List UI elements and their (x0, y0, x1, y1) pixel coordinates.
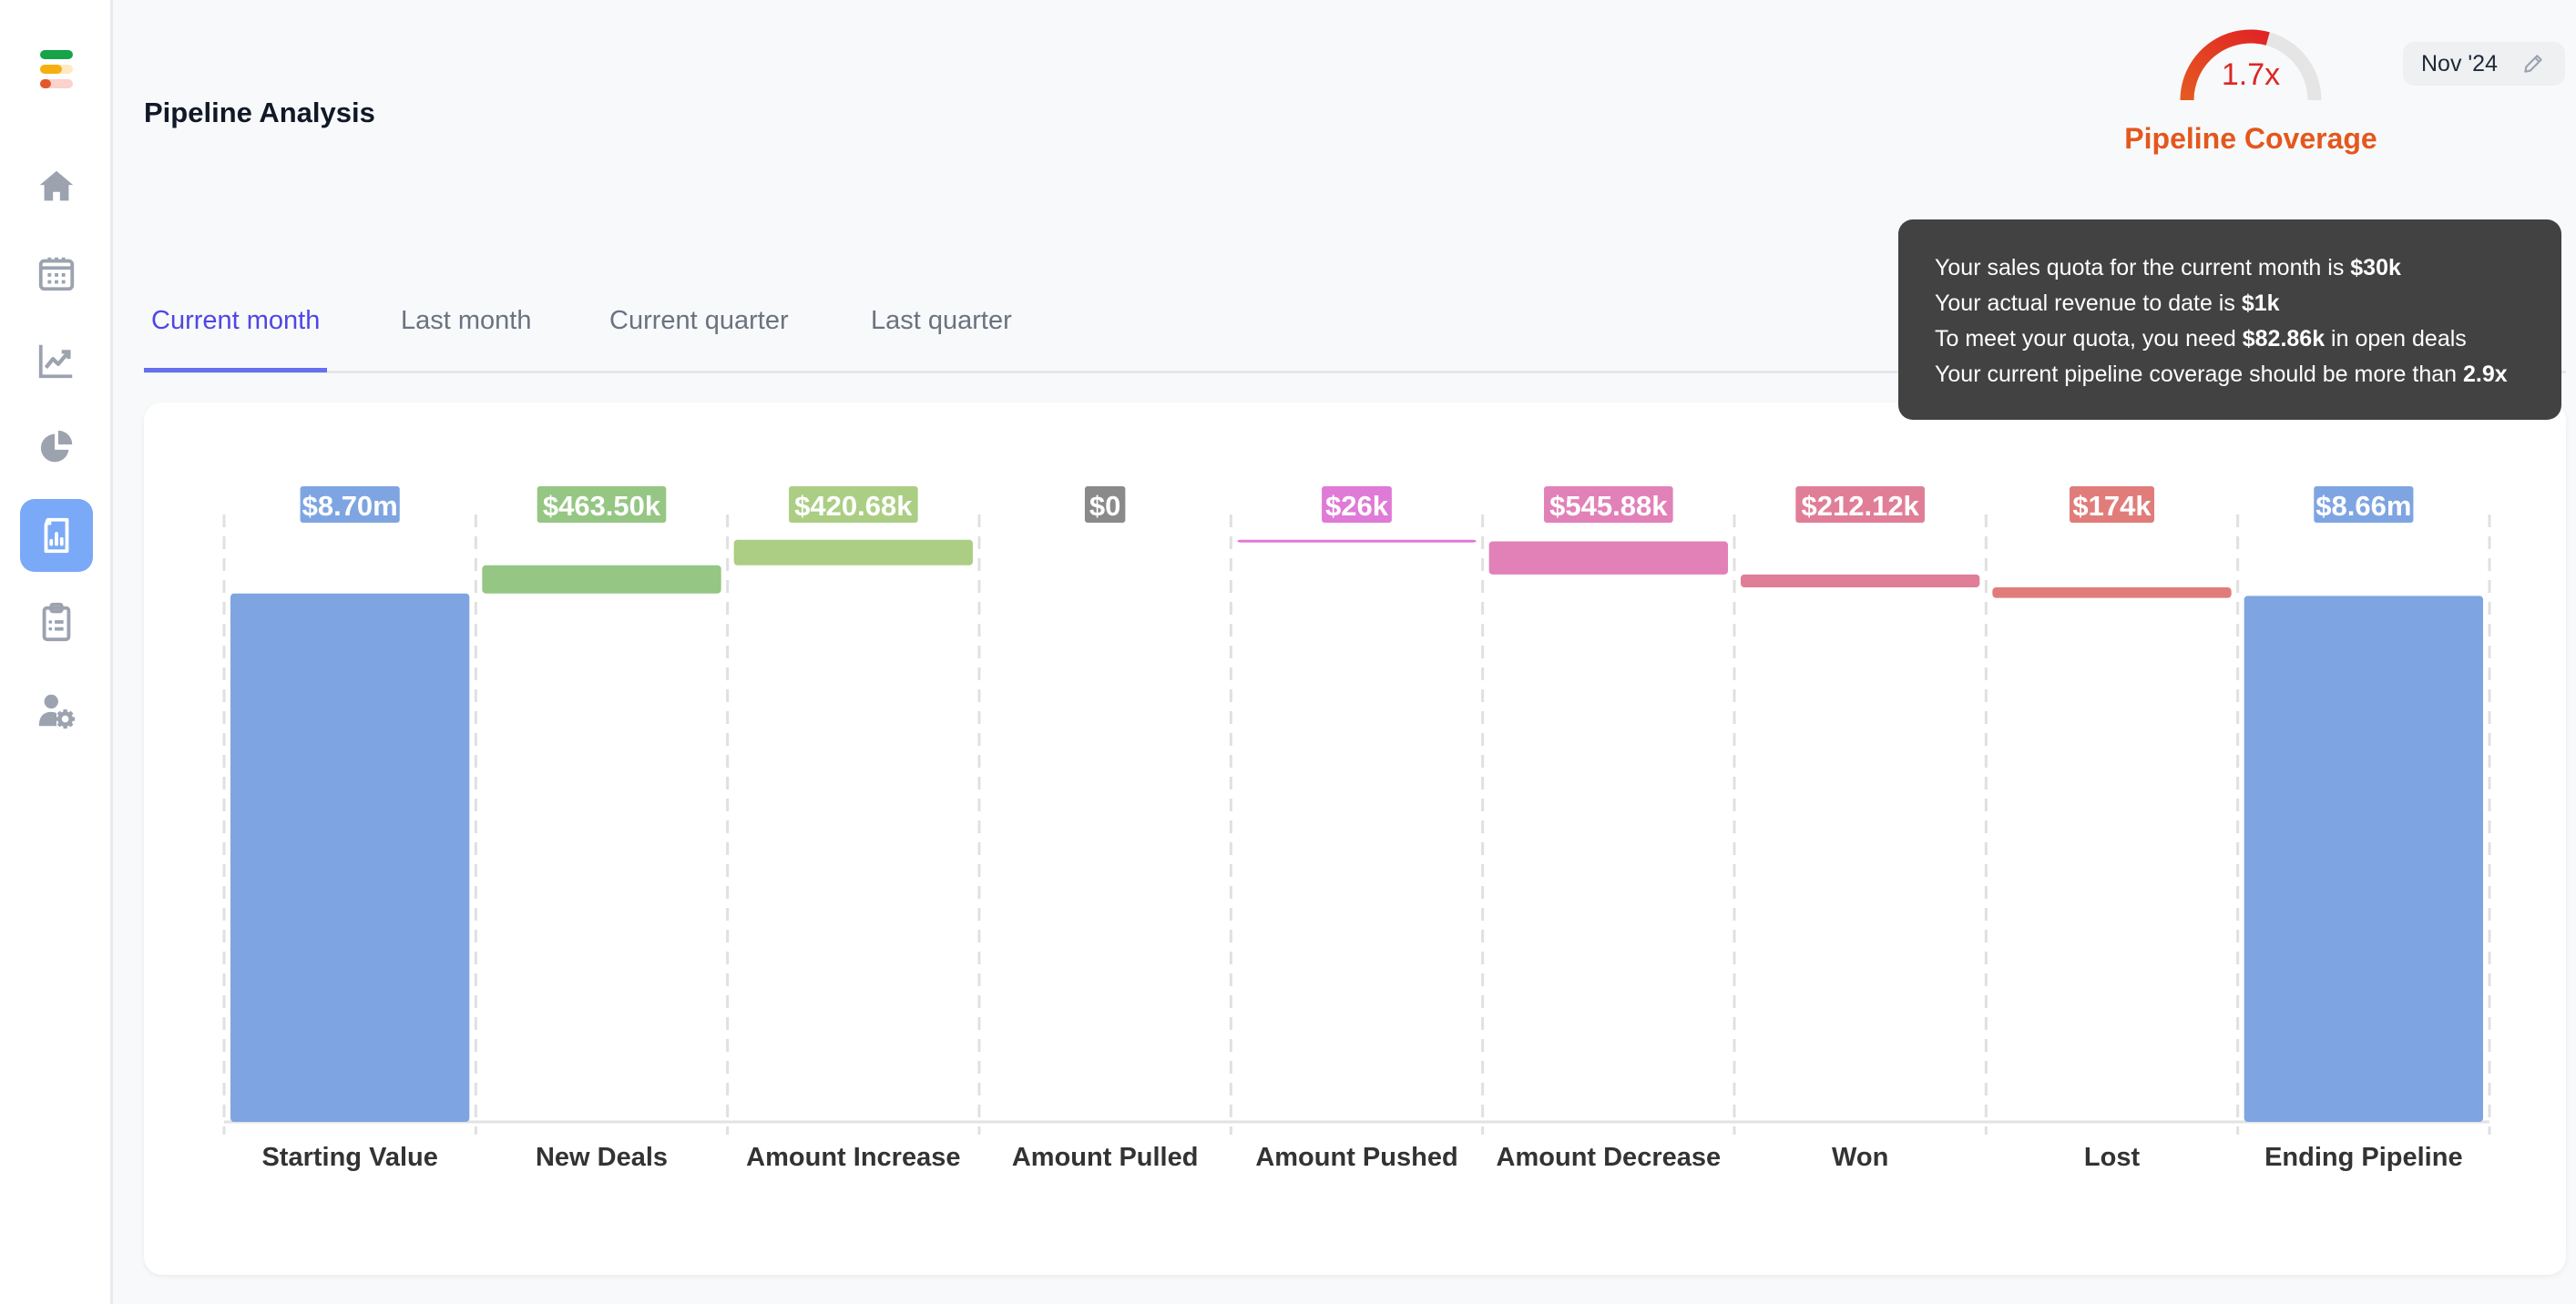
bar-amount-pushed (1237, 539, 1477, 543)
clipboard-list-icon (42, 602, 71, 642)
bar-new-deals (482, 565, 721, 594)
waterfall-chart: $8.70m Starting Value $463.50k New Deals $42… (222, 486, 2491, 1172)
coverage-value: 1.7x (2221, 57, 2281, 92)
category-label: Ending Pipeline (2264, 1143, 2463, 1172)
coverage-tooltip: Your sales quota for the current month i… (1898, 219, 2561, 420)
user-gear-icon (38, 694, 76, 729)
bar-ending-pipeline (2244, 596, 2483, 1122)
waterfall-chart-card: $8.70m Starting Value $463.50k New Deals $42… (144, 402, 2566, 1275)
category-label: Won (1832, 1143, 1888, 1172)
value-label: $174k (2072, 490, 2152, 522)
category-label: Amount Pulled (1012, 1143, 1199, 1172)
tab-last-quarter[interactable]: Last quarter (864, 306, 1019, 369)
tooltip-line-revenue: Your actual revenue to date is $1k (1935, 290, 2280, 316)
sidebar-item-trends[interactable] (20, 324, 93, 397)
tooltip-line-target-coverage: Your current pipeline coverage should be… (1935, 362, 2508, 387)
pipeline-coverage-gauge[interactable]: 1.7x Pipeline Coverage (2122, 18, 2379, 164)
value-label: $545.88k (1549, 490, 1668, 522)
bar-starting-value (230, 593, 470, 1122)
coverage-label: Pipeline Coverage (2124, 122, 2377, 155)
category-label: Amount Increase (746, 1143, 960, 1172)
sidebar-item-home[interactable] (20, 150, 93, 223)
value-label: $212.12k (1802, 490, 1920, 522)
pie-chart-icon (40, 430, 73, 463)
value-label: $26k (1325, 490, 1389, 522)
date-selector[interactable]: Nov '24 (2403, 42, 2565, 86)
logo-bar-green (40, 50, 73, 59)
bar-amount-decrease (1488, 541, 1728, 575)
app-logo[interactable] (40, 50, 73, 90)
value-label: $420.68k (794, 490, 913, 522)
tooltip-line-needed: To meet your quota, you need $82.86k in … (1935, 326, 2467, 351)
sidebar-item-breakdown[interactable] (20, 412, 93, 484)
report-icon (44, 517, 69, 554)
sidebar-item-calendar[interactable] (20, 237, 93, 310)
category-label: Amount Pushed (1255, 1143, 1457, 1172)
value-label: $463.50k (543, 490, 661, 522)
tab-current-quarter[interactable]: Current quarter (602, 306, 796, 369)
category-label: New Deals (536, 1143, 668, 1172)
line-chart-icon (38, 344, 73, 379)
sidebar-item-user-settings[interactable] (20, 674, 93, 747)
logo-bar-red (40, 79, 51, 88)
sidebar-item-reports[interactable] (20, 499, 93, 572)
value-label: $0 (1089, 490, 1120, 522)
category-label: Starting Value (261, 1143, 437, 1172)
page-title: Pipeline Analysis (144, 97, 375, 128)
category-label: Lost (2084, 1143, 2141, 1172)
value-label: $8.66m (2315, 490, 2411, 522)
tooltip-line-quota: Your sales quota for the current month i… (1935, 255, 2401, 280)
tab-last-month[interactable]: Last month (394, 306, 538, 369)
value-label: $8.70m (302, 490, 398, 522)
sidebar (0, 0, 113, 1304)
tab-current-month[interactable]: Current month (144, 306, 328, 372)
bar-lost (1992, 587, 2232, 598)
date-selector-value: Nov '24 (2421, 50, 2498, 76)
bar-amount-increase (733, 539, 973, 565)
category-label: Amount Decrease (1497, 1143, 1722, 1172)
logo-bar-yellow (40, 65, 62, 74)
home-icon (39, 170, 74, 201)
sidebar-item-tasks[interactable] (20, 586, 93, 658)
bar-won (1741, 574, 1980, 588)
calendar-icon (38, 257, 75, 291)
pencil-icon[interactable] (2521, 52, 2545, 76)
